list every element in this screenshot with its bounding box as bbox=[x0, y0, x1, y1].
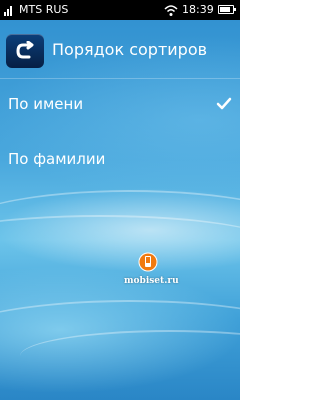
carrier-name: MTS RUS bbox=[19, 3, 69, 16]
wallpaper-wave bbox=[20, 330, 240, 382]
page-title: Порядок сортиров bbox=[52, 40, 208, 59]
option-label: По фамилии bbox=[8, 150, 106, 168]
back-arrow-icon bbox=[16, 41, 34, 59]
sort-option-first-name[interactable]: По имени bbox=[0, 80, 240, 130]
back-button[interactable] bbox=[6, 34, 44, 68]
mobiset-logo-icon bbox=[138, 252, 158, 272]
wallpaper-wave bbox=[0, 190, 240, 262]
sort-option-last-name[interactable]: По фамилии bbox=[0, 135, 240, 185]
status-bar: MTS RUS 18:39 bbox=[0, 0, 240, 20]
battery-icon bbox=[218, 5, 236, 14]
watermark-text: mobiset.ru bbox=[124, 276, 179, 286]
header-divider bbox=[0, 78, 240, 79]
wallpaper-wave bbox=[0, 215, 240, 277]
signal-strength-icon bbox=[4, 4, 13, 16]
clock: 18:39 bbox=[182, 3, 214, 16]
checkmark-icon bbox=[216, 97, 232, 110]
screen: MTS RUS 18:39 Порядок сортиров По имени … bbox=[0, 0, 240, 400]
option-label: По имени bbox=[8, 95, 84, 113]
wifi-icon bbox=[164, 5, 178, 16]
battery-level bbox=[220, 7, 230, 12]
wallpaper-wave bbox=[0, 300, 240, 382]
